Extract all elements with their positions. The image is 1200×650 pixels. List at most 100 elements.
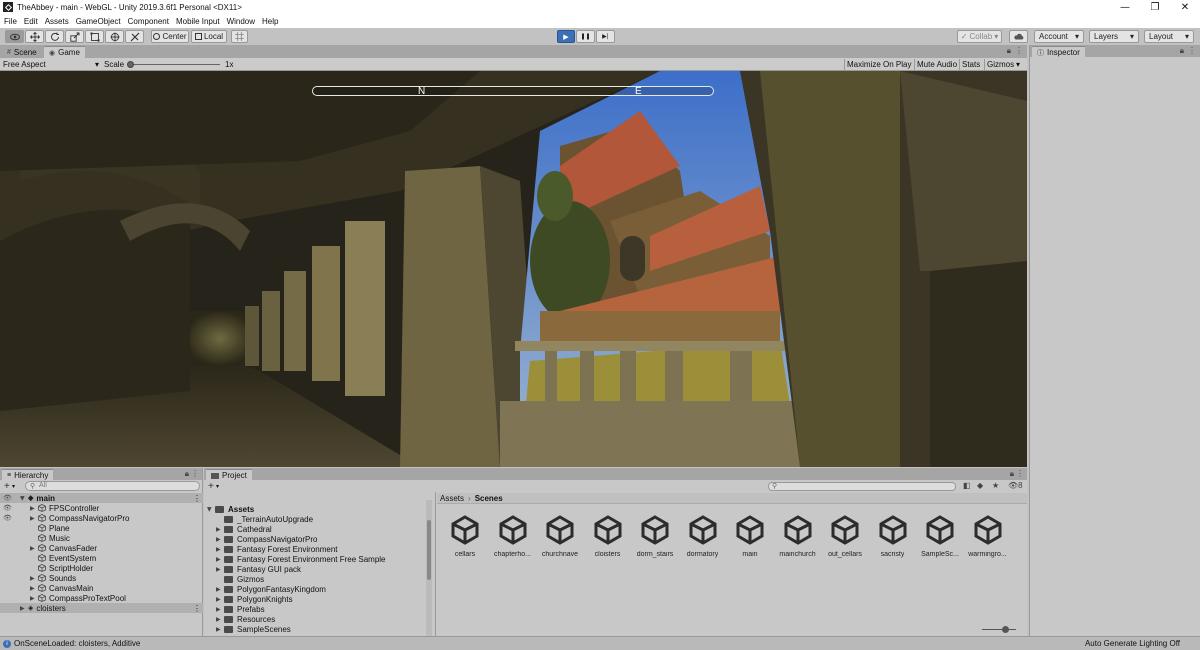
menu-component[interactable]: Component xyxy=(128,17,169,26)
hierarchy-item[interactable]: ▶ CompassNavigatorPro xyxy=(30,513,129,523)
folder-tree-scrollbar[interactable] xyxy=(426,500,432,636)
scene-asset-tile[interactable]: cloisters xyxy=(588,515,628,558)
minimize-button[interactable]: — xyxy=(1110,0,1140,14)
gizmos-dropdown-icon[interactable]: ▾ xyxy=(1016,59,1020,70)
pause-button[interactable]: ❚❚ xyxy=(576,30,595,43)
scene-asset-tile[interactable]: sacristy xyxy=(873,515,913,558)
scene-asset-tile[interactable]: cellars xyxy=(445,515,485,558)
expand-arrow-icon[interactable]: ▶ xyxy=(216,536,224,543)
tab-project[interactable]: Project xyxy=(206,469,252,481)
step-button[interactable]: ▶| xyxy=(596,30,615,43)
transform-tool-icon[interactable] xyxy=(105,30,124,43)
account-dropdown[interactable]: Account ▾ xyxy=(1034,30,1084,43)
folder-assets[interactable]: ▼ Assets xyxy=(207,504,254,514)
folder-item[interactable]: ▶ Fantasy Forest Environment Free Sample xyxy=(216,554,386,564)
scale-slider-thumb[interactable] xyxy=(127,61,134,68)
maximize-button[interactable]: ❐ xyxy=(1140,0,1170,14)
visibility-eye-icon[interactable]: 👁︎ xyxy=(3,493,12,503)
folder-item[interactable]: ▶ Resources xyxy=(216,614,275,624)
expand-arrow-icon[interactable]: ▼ xyxy=(207,506,215,513)
lock-icon[interactable]: 🔒︎ xyxy=(1010,469,1014,479)
hierarchy-item[interactable]: ▶ FPSController xyxy=(30,503,99,513)
scrollbar-thumb[interactable] xyxy=(427,520,431,580)
visibility-eye-icon[interactable]: 👁︎ xyxy=(3,513,12,523)
scene-cloisters[interactable]: ▶ ◈ cloisters xyxy=(20,603,66,613)
scene-asset-tile[interactable]: churchnave xyxy=(540,515,580,558)
create-asset-button[interactable]: + xyxy=(208,481,214,492)
hierarchy-item[interactable]: ▶ CanvasFader xyxy=(30,543,97,553)
expand-arrow-icon[interactable]: ▶ xyxy=(30,545,38,552)
scene-menu-icon[interactable]: ⋮ xyxy=(193,603,201,613)
mute-audio-toggle[interactable]: Mute Audio xyxy=(914,59,959,70)
expand-arrow-icon[interactable]: ▶ xyxy=(30,515,38,522)
scene-asset-tile[interactable]: dormatory xyxy=(683,515,723,558)
menu-gameobject[interactable]: GameObject xyxy=(76,17,121,26)
tab-hierarchy[interactable]: ≡ Hierarchy xyxy=(2,469,54,481)
panel-menu-icon[interactable]: ⋮ xyxy=(1188,46,1196,55)
hierarchy-item[interactable]: ▶ CanvasMain xyxy=(30,583,93,593)
cloud-button[interactable] xyxy=(1009,30,1028,43)
folder-item[interactable]: ▶ Fantasy Forest Environment xyxy=(216,544,337,554)
scene-main[interactable]: ▼ ◈ main xyxy=(20,493,55,503)
panel-menu-icon[interactable]: ⋮ xyxy=(1015,46,1023,55)
folder-item[interactable]: ▶ PolygonKnights xyxy=(216,594,293,604)
breadcrumb-assets[interactable]: Assets xyxy=(440,494,464,503)
expand-arrow-icon[interactable]: ▶ xyxy=(30,595,38,602)
layout-dropdown[interactable]: Layout ▾ xyxy=(1144,30,1194,43)
scene-asset-tile[interactable]: chapterho... xyxy=(493,515,533,558)
play-button[interactable]: ▶ xyxy=(557,30,575,43)
close-button[interactable]: ✕ xyxy=(1170,0,1200,14)
icon-size-slider-thumb[interactable] xyxy=(1002,626,1009,633)
move-tool-icon[interactable] xyxy=(25,30,44,43)
hierarchy-item[interactable]: Music xyxy=(38,533,70,543)
lock-icon[interactable]: 🔒︎ xyxy=(1180,46,1184,56)
visibility-eye-icon[interactable]: 👁︎ xyxy=(3,503,12,513)
tab-inspector[interactable]: ⓘ Inspector xyxy=(1032,46,1085,58)
hierarchy-item[interactable]: ScriptHolder xyxy=(38,563,93,573)
folder-item[interactable]: ▶ PolygonFantasyKingdom xyxy=(216,584,326,594)
folder-item[interactable]: ▶ Cathedral xyxy=(216,524,272,534)
stats-toggle[interactable]: Stats xyxy=(959,59,982,70)
menu-window[interactable]: Window xyxy=(227,17,255,26)
scene-asset-tile[interactable]: SampleSc... xyxy=(920,515,960,558)
create-button[interactable]: + xyxy=(4,481,10,492)
chevron-down-icon[interactable]: ▾ xyxy=(216,483,219,490)
hierarchy-item[interactable]: ▶ Sounds xyxy=(30,573,76,583)
pivot-center-toggle[interactable]: Center xyxy=(151,30,189,43)
expand-arrow-icon[interactable]: ▶ xyxy=(216,606,224,613)
expand-arrow-icon[interactable]: ▼ xyxy=(20,495,28,502)
search-by-label-icon[interactable]: ◆ xyxy=(977,481,983,490)
panel-menu-icon[interactable]: ⋮ xyxy=(191,469,199,478)
hierarchy-item[interactable]: Plane xyxy=(38,523,69,533)
aspect-dropdown[interactable]: Free Aspect ▾ xyxy=(3,59,99,70)
scale-slider[interactable] xyxy=(127,61,220,68)
custom-tool-icon[interactable] xyxy=(125,30,144,43)
folder-item[interactable]: ▶ Prefabs xyxy=(216,604,265,614)
collab-dropdown[interactable]: ✓ Collab ▾ xyxy=(957,30,1002,43)
scene-asset-tile[interactable]: mainchurch xyxy=(778,515,818,558)
pivot-local-toggle[interactable]: Local xyxy=(191,30,227,43)
hierarchy-item[interactable]: EventSystem xyxy=(38,553,96,563)
expand-arrow-icon[interactable]: ▶ xyxy=(216,596,224,603)
lock-icon[interactable]: 🔒︎ xyxy=(185,469,189,479)
menu-assets[interactable]: Assets xyxy=(45,17,69,26)
folder-item[interactable]: ▶ SampleScenes xyxy=(216,624,291,634)
gizmos-toggle[interactable]: Gizmos xyxy=(984,59,1016,70)
project-search-input[interactable]: ⚲ xyxy=(768,482,956,491)
tab-scene[interactable]: # Scene xyxy=(2,46,42,58)
expand-arrow-icon[interactable]: ▶ xyxy=(30,505,38,512)
maximize-on-play-toggle[interactable]: Maximize On Play xyxy=(844,59,914,70)
menu-edit[interactable]: Edit xyxy=(24,17,38,26)
expand-arrow-icon[interactable]: ▶ xyxy=(216,526,224,533)
view-tool-icon[interactable] xyxy=(5,30,24,43)
scene-asset-tile[interactable]: out_cellars xyxy=(825,515,865,558)
hierarchy-search-input[interactable]: ⚲ All xyxy=(25,481,200,491)
expand-arrow-icon[interactable]: ▶ xyxy=(216,556,224,563)
chevron-down-icon[interactable]: ▾ xyxy=(12,483,15,490)
expand-arrow-icon[interactable]: ▶ xyxy=(30,585,38,592)
folder-item[interactable]: _TerrainAutoUpgrade xyxy=(216,514,313,524)
menu-file[interactable]: File xyxy=(4,17,17,26)
scale-tool-icon[interactable] xyxy=(65,30,84,43)
expand-arrow-icon[interactable]: ▶ xyxy=(30,575,38,582)
lock-icon[interactable]: 🔒︎ xyxy=(1007,46,1011,56)
